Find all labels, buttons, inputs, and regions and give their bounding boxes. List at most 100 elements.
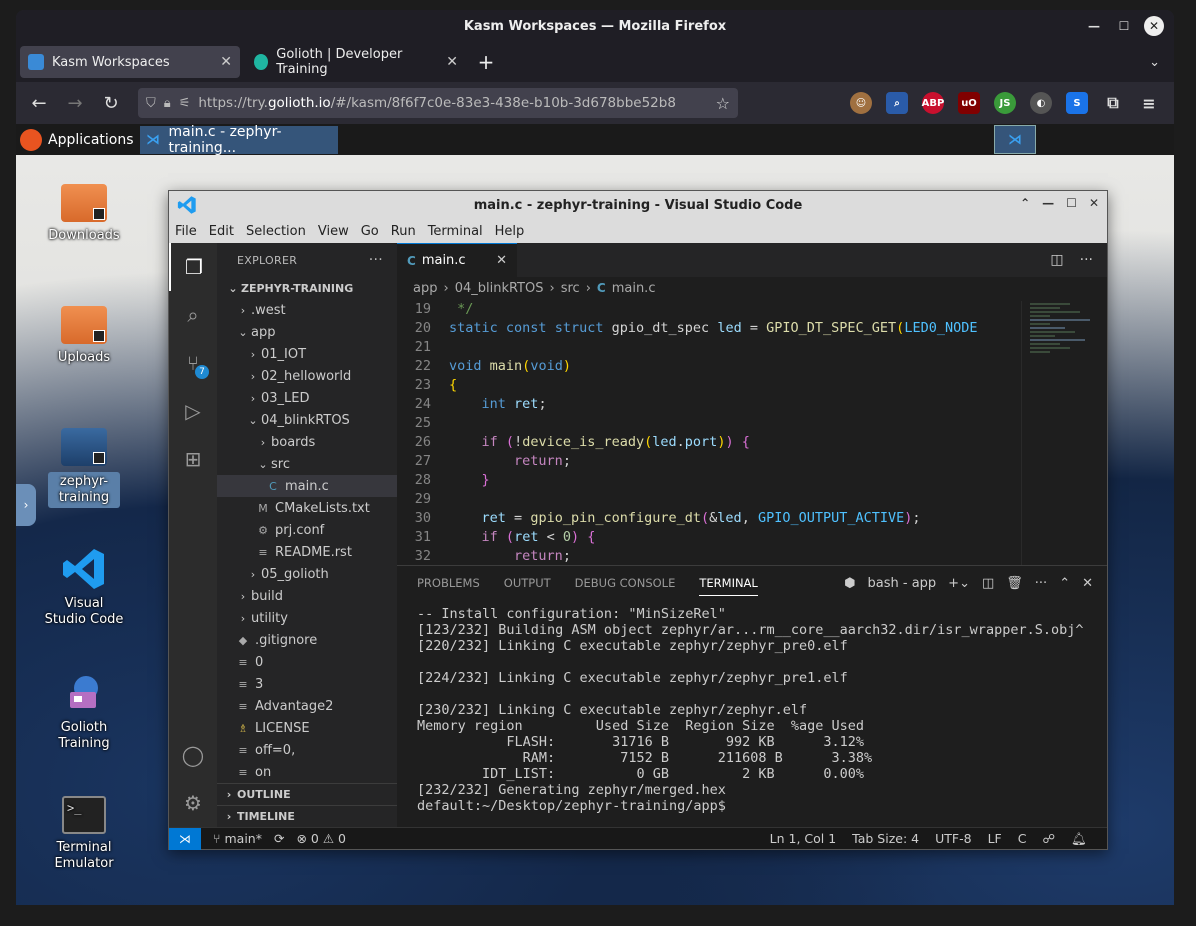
desktop-icon-downloads[interactable]: Downloads bbox=[44, 184, 124, 244]
terminal-output[interactable]: -- Install configuration: "MinSizeRel" [1… bbox=[417, 606, 1095, 814]
more-actions-icon[interactable]: ··· bbox=[1080, 252, 1093, 268]
profile-extension-icon[interactable]: ☺ bbox=[850, 92, 872, 114]
panel-tab-debug-console[interactable]: DEBUG CONSOLE bbox=[575, 576, 676, 590]
code-line[interactable]: 31 if (ret < 0) { bbox=[397, 529, 1017, 548]
encoding[interactable]: UTF-8 bbox=[935, 831, 971, 847]
tree-item[interactable]: ⌄ app bbox=[217, 321, 397, 343]
tree-item[interactable]: ≡ off=0, bbox=[217, 739, 397, 761]
tab-golioth[interactable]: Golioth | Developer Training ✕ bbox=[246, 46, 466, 78]
back-icon[interactable]: ← bbox=[24, 88, 54, 118]
desktop-icon-golioth-training[interactable]: Golioth Training bbox=[44, 670, 124, 752]
desktop-icon-uploads[interactable]: Uploads bbox=[44, 306, 124, 366]
tree-item[interactable]: › .west bbox=[217, 299, 397, 321]
tree-item[interactable]: ◆ .gitignore bbox=[217, 629, 397, 651]
kasm-desktop[interactable]: Applications ⋊ main.c - zephyr-training.… bbox=[16, 124, 1174, 905]
breadcrumb-app[interactable]: app bbox=[413, 281, 437, 296]
close-icon[interactable]: ✕ bbox=[1144, 16, 1164, 36]
tree-item[interactable]: › boards bbox=[217, 431, 397, 453]
settings-gear-icon[interactable]: ⚙ bbox=[169, 779, 217, 827]
sync-icon[interactable]: ⟳ bbox=[274, 831, 284, 846]
code-line[interactable]: 32 return; bbox=[397, 548, 1017, 565]
new-tab-icon[interactable]: + bbox=[472, 50, 500, 74]
tree-item[interactable]: ≡ README.rst bbox=[217, 541, 397, 563]
taskbar-item-vscode[interactable]: ⋊ main.c - zephyr-training... bbox=[139, 124, 338, 156]
code-line[interactable]: 28 } bbox=[397, 472, 1017, 491]
reload-icon[interactable]: ↻ bbox=[96, 88, 126, 118]
code-line[interactable]: 29 bbox=[397, 491, 1017, 510]
lock-icon[interactable]: 🔒︎ bbox=[164, 96, 171, 111]
privacy-extension-icon[interactable]: ◐ bbox=[1030, 92, 1052, 114]
tree-item[interactable]: ⌄ ZEPHYR-TRAINING bbox=[217, 277, 397, 299]
kasm-control-panel-handle[interactable]: › bbox=[16, 484, 36, 526]
tree-item[interactable]: ♗ LICENSE bbox=[217, 717, 397, 739]
code-line[interactable]: 24 int ret; bbox=[397, 396, 1017, 415]
trash-icon[interactable]: 🗑︎ bbox=[1006, 576, 1023, 591]
menu-terminal[interactable]: Terminal bbox=[428, 224, 483, 239]
minimize-icon[interactable]: — bbox=[1084, 16, 1104, 36]
eol[interactable]: LF bbox=[988, 831, 1002, 847]
tree-item[interactable]: › 01_IOT bbox=[217, 343, 397, 365]
breadcrumb-src[interactable]: src bbox=[561, 281, 580, 296]
new-terminal-icon[interactable]: +⌄ bbox=[948, 576, 970, 591]
menu-edit[interactable]: Edit bbox=[209, 224, 234, 239]
tab-kasm[interactable]: Kasm Workspaces ✕ bbox=[20, 46, 240, 78]
language-mode[interactable]: C bbox=[1018, 831, 1027, 847]
minimap[interactable] bbox=[1021, 301, 1107, 565]
menu-selection[interactable]: Selection bbox=[246, 224, 306, 239]
code-line[interactable]: 23 { bbox=[397, 377, 1017, 396]
tree-item[interactable]: › 02_helloworld bbox=[217, 365, 397, 387]
breadcrumb-folder[interactable]: 04_blinkRTOS bbox=[455, 281, 544, 296]
menu-run[interactable]: Run bbox=[391, 224, 416, 239]
problems-status[interactable]: ⊗ 0 ⚠ 0 bbox=[296, 831, 346, 846]
account-icon[interactable]: ◯ bbox=[169, 731, 217, 779]
url-text[interactable]: https://try.golioth.io/#/kasm/8f6f7c0e-8… bbox=[198, 95, 676, 111]
js-toggle-icon[interactable]: JS bbox=[994, 92, 1016, 114]
maximize-icon[interactable]: ☐ bbox=[1114, 16, 1134, 36]
tree-item[interactable]: ⚙ prj.conf bbox=[217, 519, 397, 541]
minimize-icon[interactable]: — bbox=[1042, 196, 1054, 210]
close-panel-icon[interactable]: ✕ bbox=[1082, 576, 1093, 591]
breadcrumb-file[interactable]: main.c bbox=[612, 281, 656, 296]
menu-go[interactable]: Go bbox=[361, 224, 379, 239]
tree-item[interactable]: M CMakeLists.txt bbox=[217, 497, 397, 519]
cursor-position[interactable]: Ln 1, Col 1 bbox=[770, 831, 837, 847]
editor-tab-main-c[interactable]: C main.c ✕ bbox=[397, 243, 517, 277]
code-line[interactable]: 20 static const struct gpio_dt_spec led =… bbox=[397, 320, 1017, 339]
tree-item[interactable]: › utility bbox=[217, 607, 397, 629]
more-actions-icon[interactable]: ··· bbox=[1035, 576, 1047, 591]
tree-item[interactable]: Cmain.c bbox=[217, 475, 397, 497]
url-bar[interactable]: ⛉ 🔒︎ ⚟ https://try.golioth.io/#/kasm/8f6… bbox=[138, 88, 738, 118]
outline-section[interactable]: › OUTLINE bbox=[217, 783, 397, 805]
workspace-switcher[interactable]: ⋊ bbox=[994, 125, 1036, 154]
panel-tab-output[interactable]: OUTPUT bbox=[504, 576, 551, 590]
code-editor[interactable]: 19 */20 static const struct gpio_dt_spec … bbox=[397, 301, 1017, 565]
timeline-section[interactable]: › TIMELINE bbox=[217, 805, 397, 827]
branch-status[interactable]: ⑂ main* bbox=[213, 831, 262, 846]
feedback-icon[interactable]: ☍ bbox=[1042, 831, 1055, 847]
tree-item[interactable]: ⌄ 04_blinkRTOS bbox=[217, 409, 397, 431]
adblock-plus-icon[interactable]: ABP bbox=[922, 92, 944, 114]
menu-view[interactable]: View bbox=[318, 224, 349, 239]
tree-item[interactable]: ≡ 3 bbox=[217, 673, 397, 695]
code-line[interactable]: 21 bbox=[397, 339, 1017, 358]
source-control-icon[interactable]: ⑂ 7 bbox=[169, 339, 217, 387]
code-line[interactable]: 19 */ bbox=[397, 301, 1017, 320]
terminal-name[interactable]: bash - app bbox=[868, 576, 937, 591]
tree-item[interactable]: › 03_LED bbox=[217, 387, 397, 409]
tab-close-icon[interactable]: ✕ bbox=[220, 54, 232, 70]
notifications-bell-icon[interactable]: 🔔︎ bbox=[1071, 831, 1087, 847]
menu-file[interactable]: File bbox=[175, 224, 197, 239]
tree-item[interactable]: ≡ Advantage2 bbox=[217, 695, 397, 717]
code-line[interactable]: 26 if (!device_is_ready(led.port)) { bbox=[397, 434, 1017, 453]
split-editor-icon[interactable]: ◫ bbox=[1050, 252, 1063, 268]
close-tab-icon[interactable]: ✕ bbox=[496, 253, 507, 268]
collapse-icon[interactable]: ⌃ bbox=[1020, 196, 1030, 210]
tree-item[interactable]: ⌄ src bbox=[217, 453, 397, 475]
s-extension-icon[interactable]: S bbox=[1066, 92, 1088, 114]
tree-item[interactable]: ≡ on bbox=[217, 761, 397, 783]
forward-icon[interactable]: → bbox=[60, 88, 90, 118]
panel-tab-problems[interactable]: PROBLEMS bbox=[417, 576, 480, 590]
ublock-icon[interactable]: uO bbox=[958, 92, 980, 114]
more-actions-icon[interactable]: ··· bbox=[369, 252, 383, 268]
panel-tab-terminal[interactable]: TERMINAL bbox=[699, 570, 758, 596]
